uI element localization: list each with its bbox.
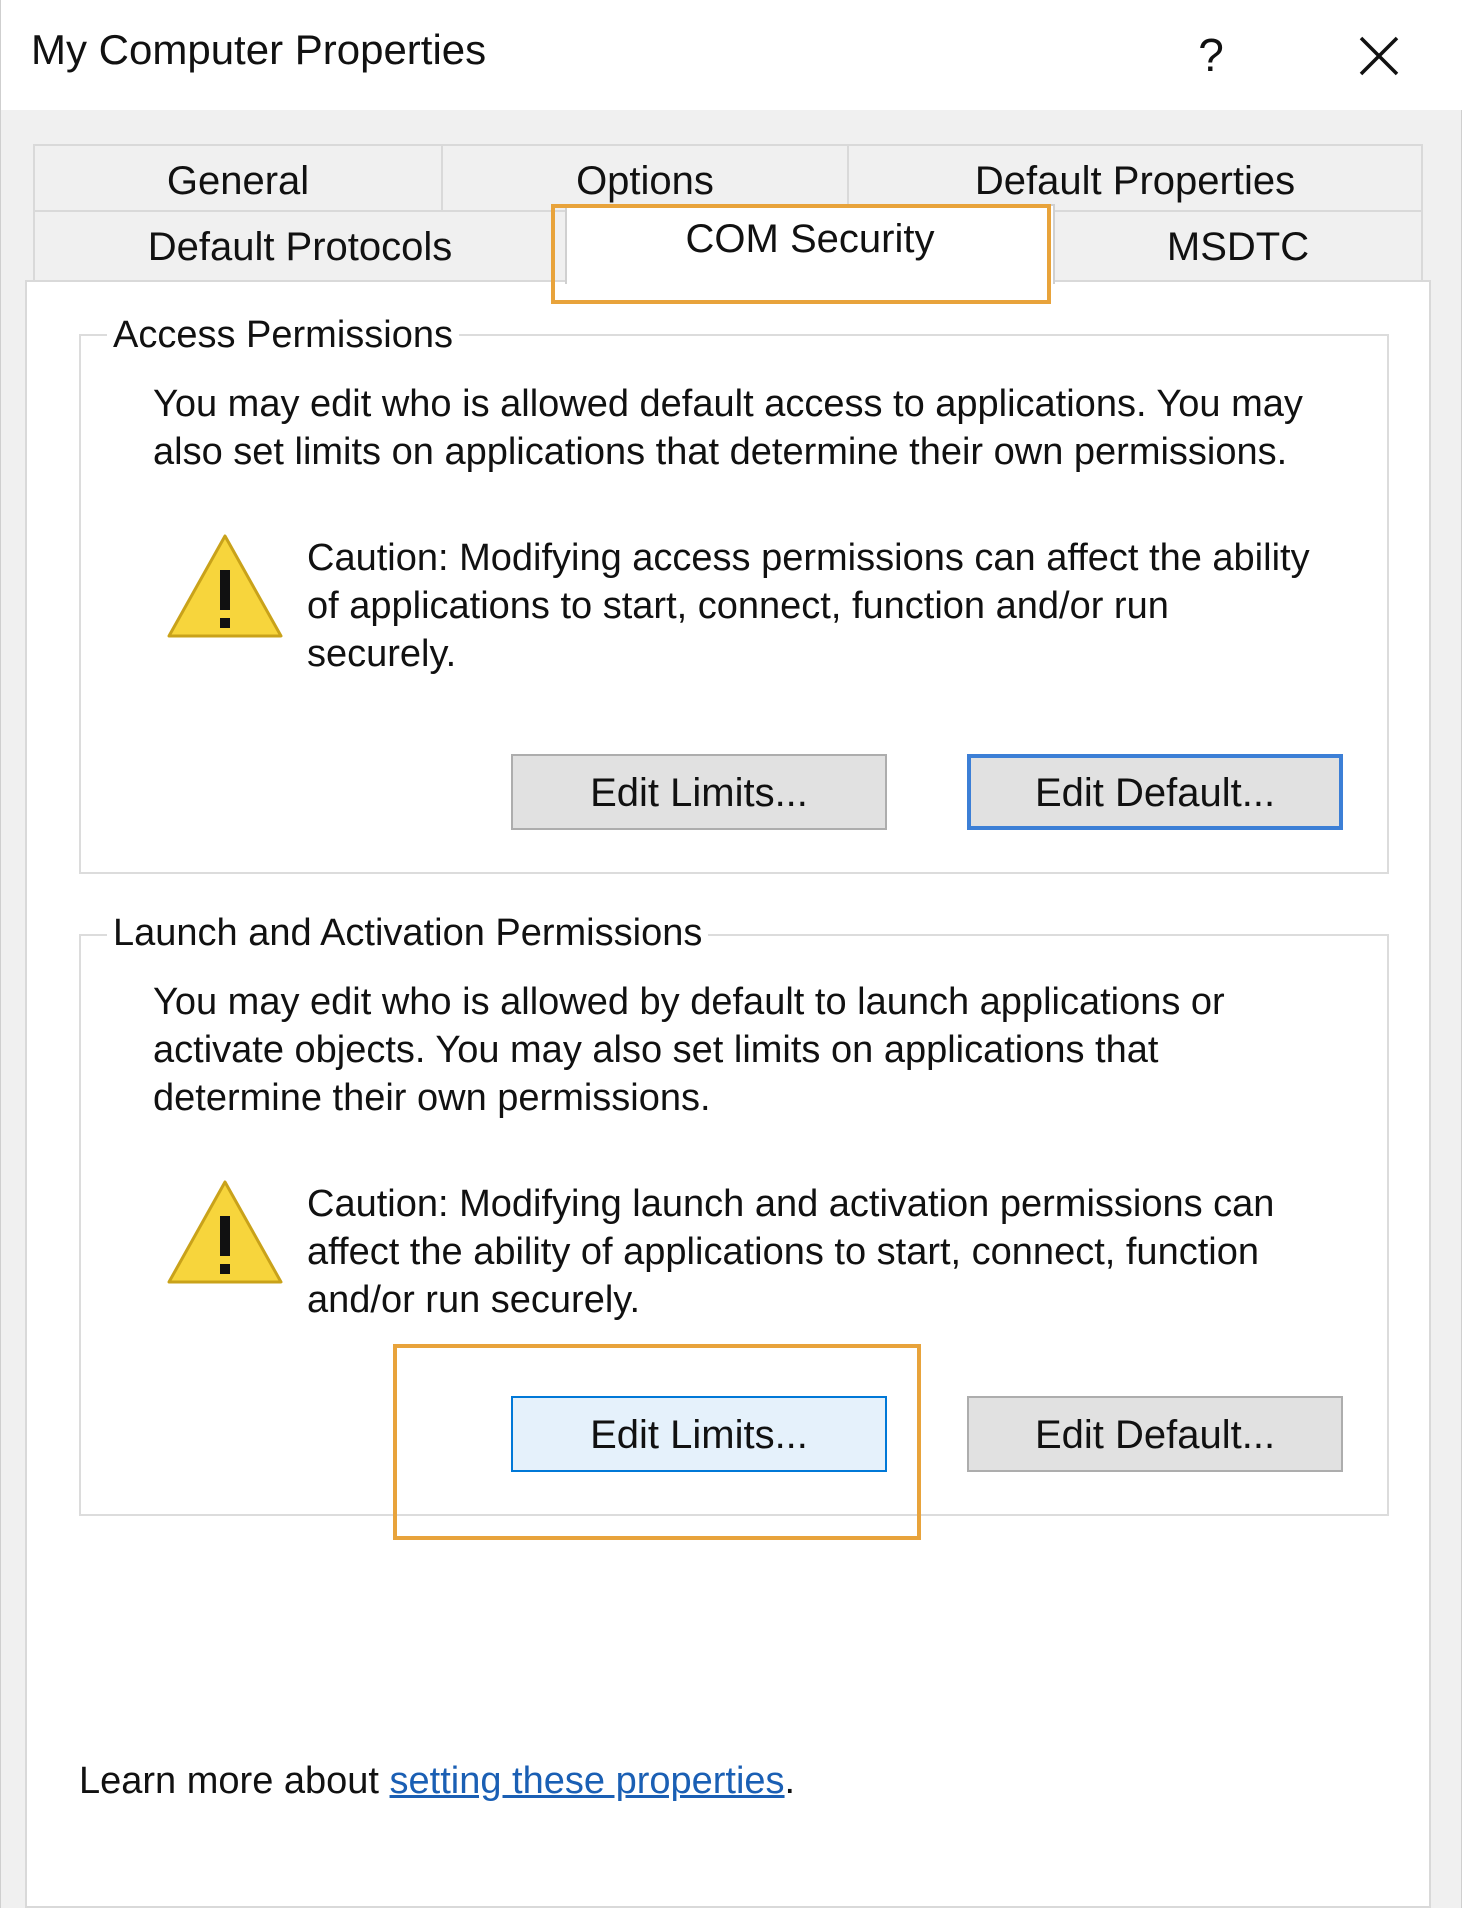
close-icon (1359, 36, 1399, 76)
warning-icon (165, 1174, 285, 1294)
properties-dialog: My Computer Properties ? General Options… (0, 0, 1462, 1908)
access-caution-text: Caution: Modifying access permissions ca… (307, 534, 1357, 678)
title-bar: My Computer Properties ? (1, 0, 1462, 110)
launch-permissions-legend: Launch and Activation Permissions (107, 912, 709, 955)
close-button[interactable] (1331, 16, 1421, 96)
learn-more-suffix: . (784, 1760, 796, 1802)
tab-general[interactable]: General (33, 144, 443, 210)
access-permissions-legend: Access Permissions (107, 314, 459, 357)
setting-these-properties-link[interactable]: setting these properties (390, 1760, 785, 1802)
warning-icon (165, 528, 285, 648)
access-caution-line: Caution: Modifying access permissions ca… (307, 537, 1310, 579)
launch-edit-default-button[interactable]: Edit Default... (967, 1396, 1343, 1472)
launch-description-line: activate objects. You may also set limit… (153, 1029, 1159, 1071)
access-caution-line: securely. (307, 633, 457, 675)
tab-options[interactable]: Options (441, 144, 849, 210)
tab-default-protocols[interactable]: Default Protocols (33, 210, 567, 280)
access-permissions-description: You may edit who is allowed default acce… (153, 380, 1353, 476)
tab-com-security[interactable]: COM Security (565, 204, 1055, 284)
tab-default-properties[interactable]: Default Properties (847, 144, 1423, 210)
access-description-line: You may edit who is allowed default acce… (153, 383, 1303, 425)
launch-permissions-description: You may edit who is allowed by default t… (153, 978, 1353, 1122)
access-caution-line: of applications to start, connect, funct… (307, 585, 1169, 627)
launch-description-line: You may edit who is allowed by default t… (153, 981, 1225, 1023)
launch-caution-text: Caution: Modifying launch and activation… (307, 1180, 1357, 1324)
launch-caution-line: affect the ability of applications to st… (307, 1231, 1259, 1273)
launch-caution-line: Caution: Modifying launch and activation… (307, 1183, 1275, 1225)
access-edit-limits-button[interactable]: Edit Limits... (511, 754, 887, 830)
tab-msdtc[interactable]: MSDTC (1053, 210, 1423, 280)
launch-edit-limits-button[interactable]: Edit Limits... (511, 1396, 887, 1472)
learn-more-prefix: Learn more about (79, 1760, 390, 1802)
launch-caution-line: and/or run securely. (307, 1279, 641, 1321)
learn-more-text: Learn more about setting these propertie… (79, 1760, 795, 1803)
window-title: My Computer Properties (31, 26, 487, 73)
access-edit-default-button[interactable]: Edit Default... (967, 754, 1343, 830)
access-description-line: also set limits on applications that det… (153, 431, 1288, 473)
launch-description-line: determine their own permissions. (153, 1077, 711, 1119)
help-button[interactable]: ? (1171, 20, 1251, 90)
